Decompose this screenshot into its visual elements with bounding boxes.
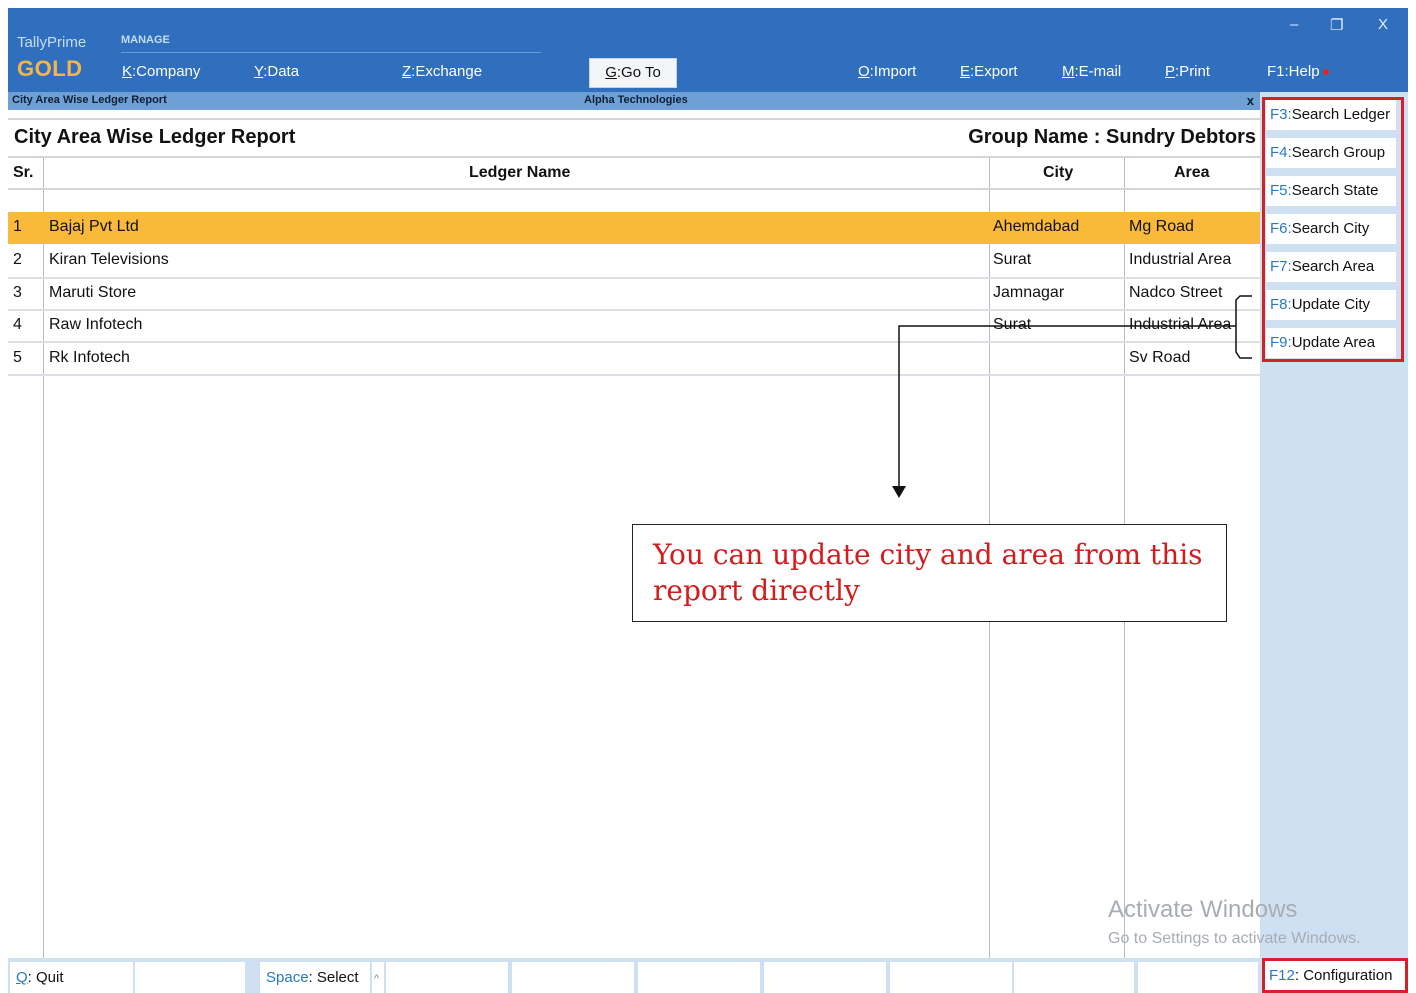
table-row[interactable]: 1 Bajaj Pvt Ltd Ahemdabad Mg Road xyxy=(8,212,1260,244)
cell-ledger: Raw Infotech xyxy=(49,316,143,333)
company-name: Alpha Technologies xyxy=(584,94,688,106)
section-divider xyxy=(121,52,541,53)
report-name: City Area Wise Ledger Report xyxy=(12,94,167,106)
divider xyxy=(8,156,1260,158)
column-header-city: City xyxy=(1043,164,1074,181)
empty-slot xyxy=(1014,962,1134,993)
menu-print[interactable]: P:Print xyxy=(1165,63,1210,80)
app-edition: GOLD xyxy=(17,56,83,81)
quit-button[interactable]: Q: Quit xyxy=(10,962,133,993)
minimize-icon[interactable]: – xyxy=(1290,16,1298,33)
divider xyxy=(8,118,1260,120)
app-name: TallyPrime xyxy=(17,34,87,51)
table-row[interactable]: 4 Raw Infotech Surat Industrial Area xyxy=(8,310,1260,342)
table-row[interactable]: 3 Maruti Store Jamnagar Nadco Street xyxy=(8,278,1260,310)
callout-note: You can update city and area from this r… xyxy=(632,524,1227,622)
cell-sr: 4 xyxy=(13,316,22,333)
close-window-icon[interactable]: X xyxy=(1378,16,1388,33)
cell-area: Mg Road xyxy=(1129,218,1194,235)
close-report-icon[interactable]: x xyxy=(1247,93,1254,108)
watermark-subtitle: Go to Settings to activate Windows. xyxy=(1108,930,1361,947)
button-panel: F3:Search Ledger F4:Search Group F5:Sear… xyxy=(1260,92,1408,958)
cell-ledger: Rk Infotech xyxy=(49,349,130,366)
cell-city: Ahemdabad xyxy=(993,218,1080,235)
empty-slot xyxy=(386,962,508,993)
cell-city: Jamnagar xyxy=(993,284,1065,301)
cell-sr: 5 xyxy=(13,349,22,366)
cell-ledger: Bajaj Pvt Ltd xyxy=(49,218,139,235)
empty-slot xyxy=(764,962,886,993)
divider xyxy=(8,188,1260,190)
select-button[interactable]: Space: Select xyxy=(260,962,370,993)
cell-area: Sv Road xyxy=(1129,349,1191,366)
column-header-ledger-name: Ledger Name xyxy=(469,164,571,181)
empty-slot xyxy=(638,962,760,993)
menu-export[interactable]: E:Export xyxy=(960,63,1018,80)
restore-icon[interactable]: ❐ xyxy=(1330,16,1343,34)
cell-sr: 2 xyxy=(13,251,22,268)
watermark-title: Activate Windows xyxy=(1108,896,1298,923)
empty-slot xyxy=(1138,962,1258,993)
menu-import[interactable]: O:Import xyxy=(858,63,916,80)
cell-ledger: Kiran Televisions xyxy=(49,251,169,268)
highlight-box xyxy=(1262,97,1404,362)
cell-sr: 1 xyxy=(13,218,22,235)
cell-city: Surat xyxy=(993,251,1032,268)
cell-city: Surat xyxy=(993,316,1032,333)
notification-dot-icon xyxy=(1322,69,1329,76)
cell-ledger: Maruti Store xyxy=(49,284,137,301)
empty-slot xyxy=(135,962,245,993)
goto-button[interactable]: G:Go To xyxy=(589,58,677,88)
table-row[interactable]: 5 Rk Infotech Sv Road xyxy=(8,343,1260,375)
cell-area: Industrial Area xyxy=(1129,316,1232,333)
report-subbar: City Area Wise Ledger Report Alpha Techn… xyxy=(8,92,1260,110)
caret-icon: ^ xyxy=(372,962,384,993)
menu-data[interactable]: Y:Data xyxy=(254,63,299,80)
column-header-sr: Sr. xyxy=(13,164,34,181)
configuration-button[interactable]: F12: Configuration xyxy=(1262,958,1408,993)
cell-sr: 3 xyxy=(13,284,22,301)
cell-area: Industrial Area xyxy=(1129,251,1232,268)
table-row[interactable]: 2 Kiran Televisions Surat Industrial Are… xyxy=(8,245,1260,277)
group-name: Group Name : Sundry Debtors xyxy=(968,126,1256,148)
menu-help[interactable]: F1:Help xyxy=(1267,63,1329,80)
column-header-area: Area xyxy=(1174,164,1210,181)
menu-email[interactable]: M:E-mail xyxy=(1062,63,1121,80)
empty-slot xyxy=(512,962,634,993)
bottom-bar: Q: Quit Space: Select ^ F12: Configurati… xyxy=(8,958,1408,993)
row-divider xyxy=(8,374,1260,376)
empty-slot xyxy=(890,962,1012,993)
title-bar: TallyPrime GOLD MANAGE K:Company Y:Data … xyxy=(8,8,1408,92)
page-title: City Area Wise Ledger Report xyxy=(14,126,296,148)
menu-company[interactable]: K:Company xyxy=(122,63,200,80)
cell-area: Nadco Street xyxy=(1129,284,1223,301)
section-label: MANAGE xyxy=(121,34,170,46)
menu-exchange[interactable]: Z:Exchange xyxy=(402,63,482,80)
